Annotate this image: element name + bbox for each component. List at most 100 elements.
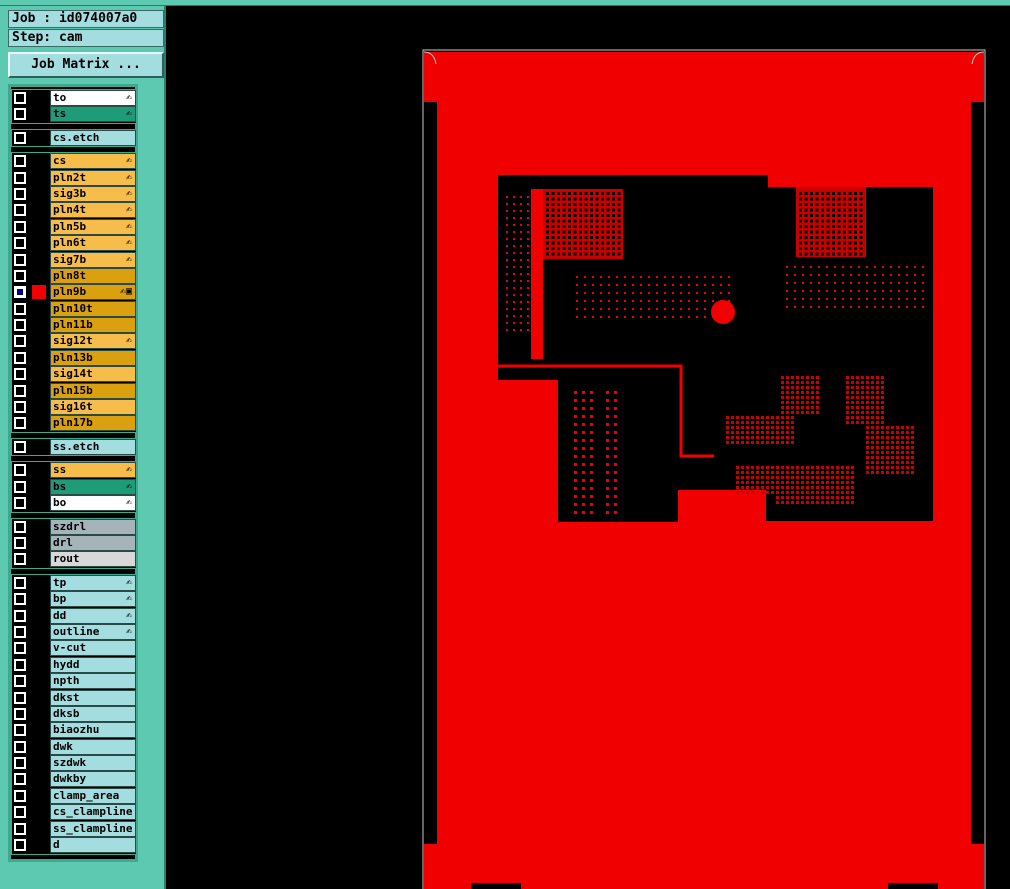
layer-color-swatch[interactable]: [32, 838, 46, 853]
layer-row[interactable]: ss ✍: [12, 462, 136, 479]
layer-row[interactable]: sig12t ✍: [12, 333, 136, 350]
layer-name-button[interactable]: szdwk: [50, 755, 136, 772]
layer-row[interactable]: dwkby: [12, 771, 136, 788]
layer-name-button[interactable]: rout: [50, 551, 136, 568]
layer-name-button[interactable]: pln2t ✍: [50, 169, 136, 186]
layer-color-swatch[interactable]: [32, 252, 46, 267]
layer-color-swatch[interactable]: [32, 519, 46, 534]
layer-name-button[interactable]: dksb: [50, 705, 136, 722]
layer-checkbox[interactable]: [14, 789, 26, 802]
layer-row[interactable]: to ✍: [12, 90, 136, 106]
layer-name-button[interactable]: clamp_area: [50, 787, 136, 804]
layer-color-swatch[interactable]: [32, 186, 46, 201]
layer-row[interactable]: pln4t ✍: [12, 202, 136, 219]
layer-color-swatch[interactable]: [32, 674, 46, 689]
layer-row[interactable]: ss.etch: [12, 439, 136, 455]
layer-row[interactable]: bs ✍: [12, 478, 136, 495]
layer-name-button[interactable]: bp ✍: [50, 591, 136, 608]
layer-name-button[interactable]: sig16t: [50, 399, 136, 416]
layer-checkbox[interactable]: [14, 675, 26, 688]
layer-checkbox[interactable]: [14, 691, 26, 704]
layer-row[interactable]: pln11b: [12, 317, 136, 334]
layer-row[interactable]: sig14t: [12, 366, 136, 383]
layer-color-swatch[interactable]: [32, 170, 46, 185]
layer-checkbox[interactable]: [14, 839, 26, 852]
layer-checkbox[interactable]: [14, 384, 26, 397]
layer-color-swatch[interactable]: [32, 788, 46, 803]
layer-checkbox[interactable]: [14, 220, 26, 233]
layer-color-swatch[interactable]: [32, 383, 46, 398]
layer-row[interactable]: drl: [12, 534, 136, 551]
layer-checkbox[interactable]: [14, 155, 26, 168]
layer-color-swatch[interactable]: [32, 690, 46, 705]
layer-checkbox[interactable]: [14, 368, 26, 381]
layer-color-swatch[interactable]: [32, 739, 46, 754]
layer-checkbox[interactable]: [14, 187, 26, 200]
layer-color-swatch[interactable]: [32, 440, 46, 454]
layer-checkbox[interactable]: [14, 417, 26, 430]
layer-checkbox[interactable]: [14, 302, 26, 315]
layer-name-button[interactable]: v-cut: [50, 640, 136, 657]
layer-name-button[interactable]: pln17b: [50, 415, 136, 432]
layer-name-button[interactable]: biaozhu: [50, 722, 136, 739]
layer-color-swatch[interactable]: [32, 107, 46, 122]
layer-checkbox[interactable]: [14, 335, 26, 348]
layer-color-swatch[interactable]: [32, 552, 46, 567]
layer-color-swatch[interactable]: [32, 592, 46, 607]
layer-color-swatch[interactable]: [32, 236, 46, 251]
layer-color-swatch[interactable]: [32, 756, 46, 771]
layer-checkbox[interactable]: [14, 740, 26, 753]
layer-checkbox[interactable]: [14, 773, 26, 786]
layer-name-button[interactable]: pln8t: [50, 267, 136, 284]
layer-color-swatch[interactable]: [32, 463, 46, 478]
layer-row[interactable]: hydd: [12, 656, 136, 673]
layer-color-swatch[interactable]: [32, 203, 46, 218]
layer-checkbox[interactable]: [14, 351, 26, 364]
layer-row[interactable]: bp ✍: [12, 591, 136, 608]
layer-checkbox[interactable]: [14, 806, 26, 819]
layer-color-swatch[interactable]: [32, 367, 46, 382]
layer-name-button[interactable]: pln15b: [50, 382, 136, 399]
layer-name-button[interactable]: ts ✍: [50, 106, 136, 123]
layer-name-button[interactable]: cs_clampline: [50, 804, 136, 821]
layer-checkbox[interactable]: [14, 131, 26, 144]
layer-color-swatch[interactable]: [32, 821, 46, 836]
layer-color-swatch[interactable]: [32, 416, 46, 431]
layer-row[interactable]: pln8t: [12, 267, 136, 284]
layer-row[interactable]: v-cut: [12, 640, 136, 657]
layer-color-swatch[interactable]: [32, 479, 46, 494]
layer-checkbox[interactable]: [14, 553, 26, 566]
layer-name-button[interactable]: ss ✍: [50, 462, 136, 479]
layer-row[interactable]: sig3b ✍: [12, 185, 136, 202]
layer-name-button[interactable]: dd ✍: [50, 607, 136, 624]
layer-name-button[interactable]: dwkby: [50, 771, 136, 788]
layer-name-button[interactable]: pln5b ✍: [50, 218, 136, 235]
layer-checkbox[interactable]: [14, 576, 26, 589]
layer-name-button[interactable]: d: [50, 837, 136, 854]
layer-row[interactable]: npth: [12, 673, 136, 690]
layer-name-button[interactable]: pln9b ✍▣: [50, 284, 136, 301]
layer-checkbox[interactable]: [14, 171, 26, 184]
layer-row[interactable]: pln9b ✍▣: [12, 284, 136, 301]
layer-checkbox[interactable]: [14, 724, 26, 737]
layer-checkbox[interactable]: [14, 237, 26, 250]
layer-row[interactable]: pln15b: [12, 382, 136, 399]
layer-name-button[interactable]: bo ✍: [50, 495, 136, 512]
layer-checkbox[interactable]: [14, 441, 26, 453]
layer-checkbox[interactable]: [14, 642, 26, 655]
layer-name-button[interactable]: ss_clampline: [50, 820, 136, 837]
layer-row[interactable]: dd ✍: [12, 607, 136, 624]
layer-row[interactable]: pln13b: [12, 349, 136, 366]
layer-checkbox[interactable]: [14, 658, 26, 671]
layer-row[interactable]: pln10t: [12, 300, 136, 317]
layer-checkbox[interactable]: [14, 401, 26, 414]
layer-row[interactable]: cs_clampline: [12, 804, 136, 821]
layer-checkbox[interactable]: [14, 707, 26, 720]
layer-color-swatch[interactable]: [32, 130, 46, 145]
layer-row[interactable]: biaozhu: [12, 722, 136, 739]
layer-row[interactable]: cs ✍: [12, 153, 136, 170]
layer-name-button[interactable]: npth: [50, 673, 136, 690]
layer-row[interactable]: pln2t ✍: [12, 169, 136, 186]
layer-color-swatch[interactable]: [32, 91, 46, 105]
layer-name-button[interactable]: szdrl: [50, 518, 136, 535]
